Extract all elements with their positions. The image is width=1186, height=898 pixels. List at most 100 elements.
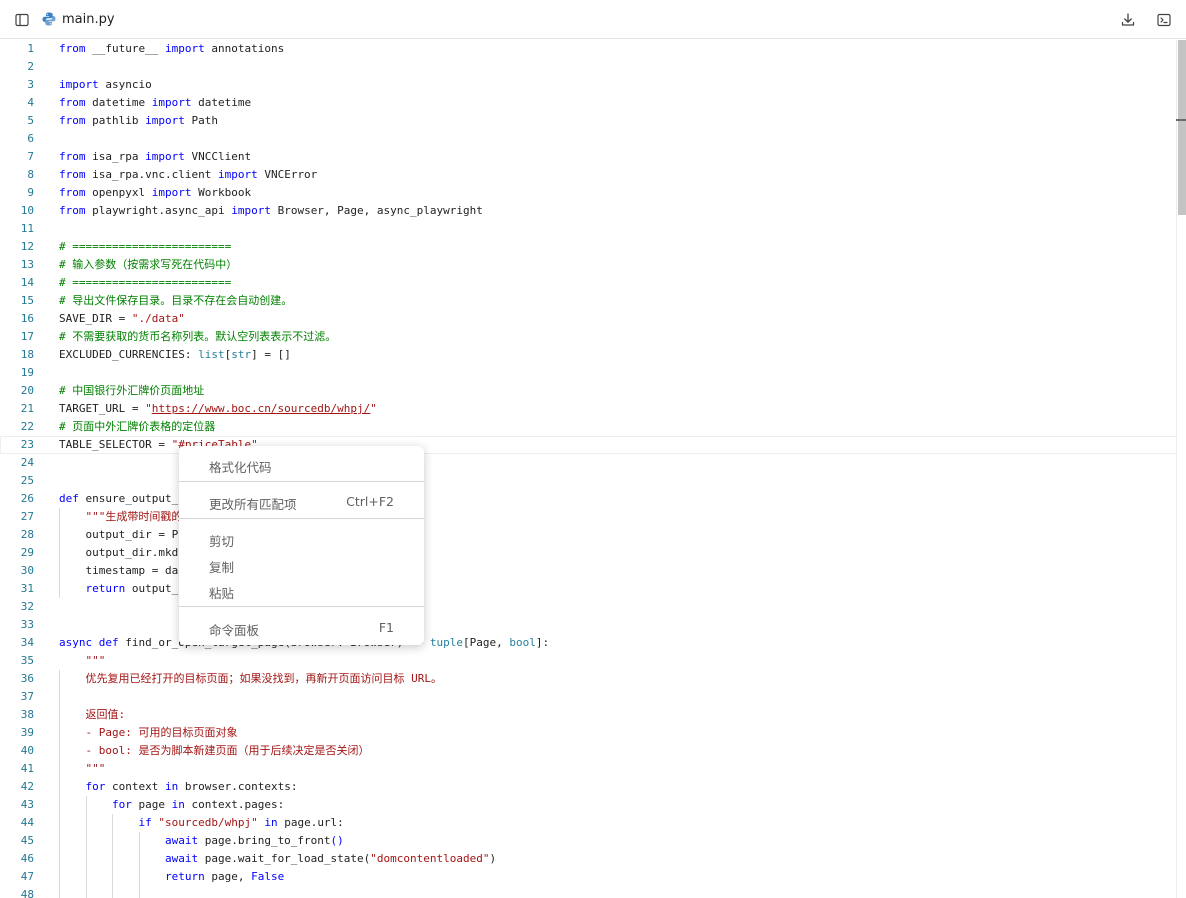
line-number: 4: [27, 96, 34, 109]
code-line[interactable]: 43 for page in context.pages:: [0, 796, 1176, 814]
line-number: 21: [20, 402, 34, 415]
code-line[interactable]: 18 EXCLUDED_CURRENCIES: list[str] = []: [0, 346, 1176, 364]
menu-item-paste[interactable]: 粘贴: [179, 578, 424, 602]
code-line[interactable]: 47 return page, False: [0, 868, 1176, 886]
file-tab-name[interactable]: main.py: [62, 11, 115, 28]
code-line[interactable]: 29 output_dir.mkd: [0, 544, 1176, 562]
code-line[interactable]: 26 def ensure_output_: [0, 490, 1176, 508]
menu-item-copy[interactable]: 复制: [179, 552, 424, 576]
code-line[interactable]: 20 # 中国银行外汇牌价页面地址: [0, 382, 1176, 400]
menu-separator: [179, 518, 424, 519]
code-line[interactable]: 10 from playwright.async_api import Brows…: [0, 202, 1176, 220]
code-token: output_dir = P: [59, 528, 179, 541]
code-line[interactable]: 44 if "sourcedb/whpj" in page.url:: [0, 814, 1176, 832]
code-token: TABLE_SELECTOR =: [59, 438, 172, 451]
code-line[interactable]: 38 返回值:: [0, 706, 1176, 724]
code-line[interactable]: 9 from openpyxl import Workbook: [0, 184, 1176, 202]
line-number: 32: [20, 600, 34, 613]
code-token: 返回值:: [85, 708, 126, 721]
code-text: from pathlib import Path: [59, 112, 218, 130]
code-line[interactable]: 42 for context in browser.contexts:: [0, 778, 1176, 796]
code-line[interactable]: 34async def find_or_open_target_page(bro…: [0, 634, 1176, 652]
code-line[interactable]: 2: [0, 58, 1176, 76]
line-number: 19: [20, 366, 34, 379]
code-line[interactable]: 17 # 不需要获取的货币名称列表。默认空列表表示不过滤。: [0, 328, 1176, 346]
code-token: # 中国银行外汇牌价页面地址: [59, 384, 205, 397]
code-text: from isa_rpa.vnc.client import VNCError: [59, 166, 317, 184]
code-line[interactable]: 30 timestamp = da ): [0, 562, 1176, 580]
menu-item-change-all-occurrences[interactable]: 更改所有匹配项 Ctrl+F2: [179, 489, 424, 513]
code-token: page: [131, 798, 172, 811]
code-line[interactable]: 35 """: [0, 652, 1176, 670]
code-line[interactable]: 6: [0, 130, 1176, 148]
code-line[interactable]: 8 from isa_rpa.vnc.client import VNCError: [0, 166, 1176, 184]
download-icon: [1121, 13, 1135, 26]
code-line[interactable]: 13 # 输入参数（按需求写死在代码中）: [0, 256, 1176, 274]
code-token: import: [145, 114, 185, 127]
code-line[interactable]: 25: [0, 472, 1176, 490]
menu-separator: [179, 606, 424, 607]
code-text: # 不需要获取的货币名称列表。默认空列表表示不过滤。: [59, 328, 336, 346]
menu-item-format-code[interactable]: 格式化代码: [179, 452, 424, 476]
download-button[interactable]: [1118, 10, 1138, 30]
code-line[interactable]: 1 from __future__ import annotations: [0, 40, 1176, 58]
terminal-icon: [1157, 13, 1171, 27]
menu-item-cut[interactable]: 剪切: [179, 526, 424, 550]
menu-item-command-palette[interactable]: 命令面板 F1: [179, 615, 424, 639]
code-line[interactable]: 11: [0, 220, 1176, 238]
code-editor[interactable]: 1 from __future__ import annotations 2 3 imp…: [0, 40, 1176, 898]
code-line[interactable]: 3 import asyncio: [0, 76, 1176, 94]
code-line[interactable]: 22 # 页面中外汇牌价表格的定位器: [0, 418, 1176, 436]
code-line[interactable]: 12 # ========================: [0, 238, 1176, 256]
code-text: for context in browser.contexts:: [59, 778, 298, 796]
code-line[interactable]: 16 SAVE_DIR = "./data": [0, 310, 1176, 328]
code-text: if "sourcedb/whpj" in page.url:: [59, 814, 343, 832]
code-line[interactable]: 15 # 导出文件保存目录。目录不存在会自动创建。: [0, 292, 1176, 310]
code-line[interactable]: 27 """生成带时间戳的: [0, 508, 1176, 526]
code-line[interactable]: 32: [0, 598, 1176, 616]
code-line[interactable]: 36 优先复用已经打开的目标页面；如果没找到，再新开页面访问目标 URL。: [0, 670, 1176, 688]
menu-item-label: 剪切: [209, 534, 235, 549]
code-token: context: [105, 780, 165, 793]
terminal-button[interactable]: [1154, 10, 1174, 30]
code-line[interactable]: 48: [0, 886, 1176, 898]
code-line[interactable]: 7 from isa_rpa import VNCClient: [0, 148, 1176, 166]
code-line[interactable]: 28 output_dir = P: [0, 526, 1176, 544]
code-line[interactable]: 4 from datetime import datetime: [0, 94, 1176, 112]
code-line[interactable]: 21 TARGET_URL = "https://www.boc.cn/sourc…: [0, 400, 1176, 418]
code-line[interactable]: 24: [0, 454, 1176, 472]
vertical-scrollbar[interactable]: [1176, 40, 1186, 898]
code-line[interactable]: 14 # ========================: [0, 274, 1176, 292]
code-token: from: [59, 42, 86, 55]
code-token: ": [145, 402, 152, 415]
code-token: datetime: [191, 96, 252, 109]
code-line[interactable]: 31 return output_ sx": [0, 580, 1176, 598]
python-file-icon: [42, 12, 56, 26]
code-text: 优先复用已经打开的目标页面；如果没找到，再新开页面访问目标 URL。: [59, 670, 443, 688]
line-number: 38: [20, 708, 34, 721]
code-line[interactable]: 37: [0, 688, 1176, 706]
context-menu: 格式化代码 更改所有匹配项 Ctrl+F2 剪切 复制 粘贴 命令面板 F1: [179, 446, 424, 645]
code-line[interactable]: 19: [0, 364, 1176, 382]
code-text: # 中国银行外汇牌价页面地址: [59, 382, 204, 400]
code-token: import: [151, 186, 192, 199]
code-line[interactable]: 46 await page.wait_for_load_state("domco…: [0, 850, 1176, 868]
scrollbar-thumb[interactable]: [1178, 40, 1186, 215]
code-line[interactable]: 45 await page.bring_to_front(): [0, 832, 1176, 850]
code-token: return: [164, 870, 205, 883]
code-token: Workbook: [191, 186, 252, 199]
code-line[interactable]: 5 from pathlib import Path: [0, 112, 1176, 130]
code-token: from: [59, 204, 86, 217]
line-number: 39: [20, 726, 34, 739]
sidebar-toggle-button[interactable]: [12, 10, 32, 30]
line-number: 10: [20, 204, 34, 217]
code-line[interactable]: 33: [0, 616, 1176, 634]
code-token: datetime: [85, 96, 152, 109]
code-line[interactable]: 23 TABLE_SELECTOR = "#priceTable": [0, 436, 1176, 454]
code-line[interactable]: 39 - Page: 可用的目标页面对象: [0, 724, 1176, 742]
code-line[interactable]: 40 - bool: 是否为脚本新建页面（用于后续决定是否关闭）: [0, 742, 1176, 760]
code-line[interactable]: 41 """: [0, 760, 1176, 778]
